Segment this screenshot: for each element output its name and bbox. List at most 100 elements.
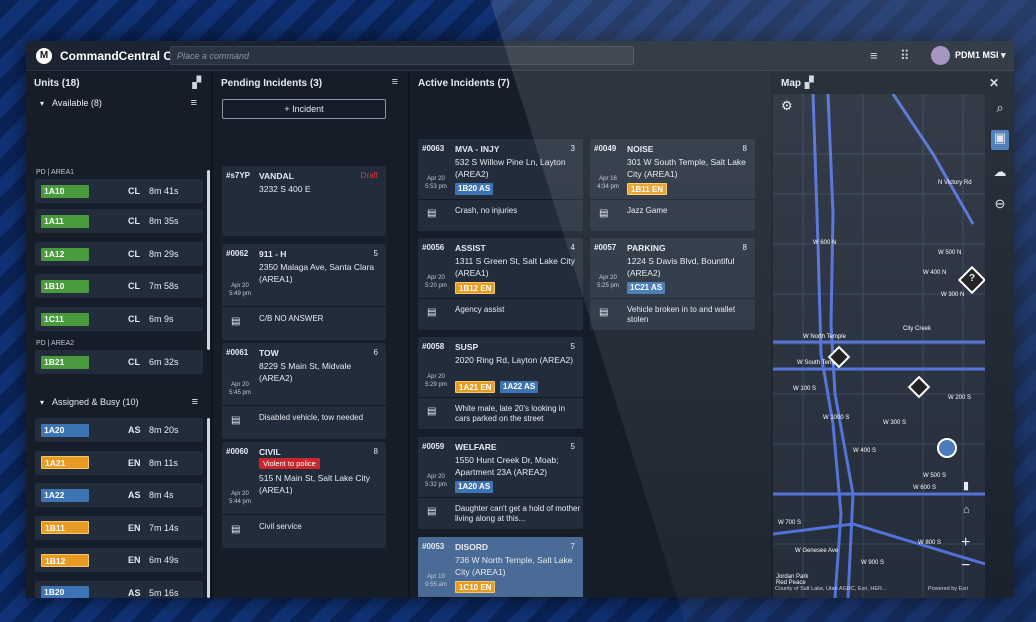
unit-badge: 1A20 xyxy=(41,423,89,437)
incident-note: White male, late 20's looking in cars pa… xyxy=(455,404,566,423)
active-incident-card[interactable]: #0059 WELFARE 5 1550 Hunt Creek Dr, Moab; A… xyxy=(418,437,583,529)
available-group-toggle[interactable]: ▾ Available (8) ≡ xyxy=(26,94,211,112)
unit-row[interactable]: 1A11 CL 8m 35s xyxy=(35,209,203,233)
incident-flag-badge: Violent to police xyxy=(259,458,320,469)
panel-popout-icon[interactable]: ▞ xyxy=(193,76,201,89)
unit-row[interactable]: 1B12 EN 6m 49s xyxy=(35,548,203,572)
map-street-label: W 700 S xyxy=(778,520,801,526)
incident-priority: 5 xyxy=(373,249,378,258)
user-menu[interactable]: PDM1 MSI ▾ xyxy=(955,50,1006,61)
map-street-label: W 100 S xyxy=(793,386,816,392)
comment-icon: ▤ xyxy=(231,524,241,535)
pending-header: Pending Incidents (3) ≡ xyxy=(213,72,408,94)
pending-title: Pending Incidents (3) xyxy=(221,77,323,89)
basemap-icon[interactable]: ⌂ xyxy=(963,504,970,516)
unit-row[interactable]: 1B20 AS 5m 16s xyxy=(35,580,203,598)
incident-date: Apr 20 5:45 pm xyxy=(229,382,251,396)
incident-number: #0059 xyxy=(422,442,445,451)
pending-incident-card[interactable]: #s7YP VANDAL Draft 3232 S 400 E xyxy=(222,166,386,236)
active-incident-card[interactable]: #0058 SUSP 5 2020 Ring Rd, Layton (AREA2) Ap… xyxy=(418,337,583,429)
incident-note: C/B NO ANSWER xyxy=(259,314,324,323)
map-street-label: W 900 S xyxy=(861,560,884,566)
assigned-unit-chip[interactable]: 1A20 AS xyxy=(455,481,494,493)
assigned-unit-chip[interactable]: 1A22 AS xyxy=(500,381,539,393)
card-divider xyxy=(418,298,583,299)
incident-date: Apr 20 5:32 pm xyxy=(425,474,447,488)
card-divider xyxy=(222,405,386,406)
search-icon[interactable]: ⌕ xyxy=(991,100,1009,116)
incident-address: 1550 Hunt Creek Dr, Moab; Apartment 23A … xyxy=(455,455,559,477)
pending-incident-card[interactable]: #0060 CIVIL 8 Violent to police 515 N Main S… xyxy=(222,442,386,548)
app-grid-icon[interactable]: ⠿ xyxy=(900,48,910,64)
incident-priority: 8 xyxy=(742,243,747,252)
filter-icon[interactable]: ≡ xyxy=(870,48,878,63)
close-icon[interactable]: ✕ xyxy=(989,76,999,90)
map-street-label: W 600 S xyxy=(913,485,936,491)
incident-address: 1311 S Green St, Salt Lake City (AREA1) xyxy=(455,256,575,278)
unit-row[interactable]: 1A12 CL 8m 29s xyxy=(35,242,203,266)
zoom-in-icon[interactable]: + xyxy=(961,534,970,552)
assigned-unit-chip[interactable]: 1B12 EN xyxy=(455,282,496,294)
active-incident-card[interactable]: #0053 DISORD 7 736 W North Temple, Salt Lak… xyxy=(418,537,583,598)
active-incident-card[interactable]: #0049 NOISE 8 301 W South Temple, Salt Lake… xyxy=(590,139,755,231)
pending-incident-card[interactable]: #0061 TOW 6 8229 S Main St, Midvale (AREA2)… xyxy=(222,343,386,439)
active-panel: Active Incidents (7) #0063 MVA - INJY 3 532… xyxy=(410,72,772,598)
assigned-group-toggle[interactable]: ▾ Assigned & Busy (10) ≡ xyxy=(26,392,212,412)
assigned-unit-chip[interactable]: 1B11 EN xyxy=(627,183,668,195)
unit-status: EN xyxy=(128,555,141,565)
top-bar: M CommandCentral CAD Place a command ≡ ⠿… xyxy=(26,41,1014,71)
assigned-unit-chip[interactable]: 1C21 AS xyxy=(627,282,666,294)
zoom-out-icon[interactable]: − xyxy=(961,557,970,575)
add-incident-button[interactable]: + Incident xyxy=(222,99,386,119)
incident-number: #0063 xyxy=(422,144,445,153)
unit-row[interactable]: 1A22 AS 8m 4s xyxy=(35,483,203,507)
available-scrollbar[interactable] xyxy=(207,170,210,350)
sort-filter-icon[interactable]: ≡ xyxy=(392,76,398,88)
layers-icon[interactable]: ▣ xyxy=(991,130,1009,150)
area1-label: PD | AREA1 xyxy=(36,169,75,176)
avatar[interactable] xyxy=(931,46,950,65)
map-street-label: W 200 S xyxy=(948,395,971,401)
incident-address: 301 W South Temple, Salt Lake City (AREA… xyxy=(627,157,746,179)
incident-number: #0057 xyxy=(594,243,617,252)
unit-row[interactable]: 1A20 AS 8m 20s xyxy=(35,418,203,442)
comment-icon: ▤ xyxy=(427,406,437,417)
incident-number: #0060 xyxy=(226,447,249,456)
unit-row[interactable]: 1A21 EN 8m 11s xyxy=(35,450,203,475)
active-incident-card[interactable]: #0057 PARKING 8 1224 S Davis Blvd, Bountifu… xyxy=(590,238,755,330)
assigned-unit-chip[interactable]: 1A21 EN xyxy=(455,381,496,393)
unit-row[interactable]: 1C11 CL 6m 9s xyxy=(35,307,203,331)
vehicle-icon[interactable]: ⊖ xyxy=(991,196,1009,212)
map-canvas[interactable]: W North Temple W South Temple W 400 S W … xyxy=(773,94,985,598)
area2-label: PD | AREA2 xyxy=(36,340,75,347)
busy-scrollbar[interactable] xyxy=(207,418,210,598)
incident-number: #s7YP xyxy=(226,171,251,180)
pending-incident-card[interactable]: #0062 911 - H 5 2350 Malaga Ave, Santa Clar… xyxy=(222,244,386,340)
unit-row[interactable]: 1B21 CL 6m 32s xyxy=(35,350,203,374)
police-car-marker-icon[interactable] xyxy=(937,438,957,458)
assigned-unit-chip[interactable]: 1B20 AS xyxy=(455,183,494,195)
incident-type: 911 - H xyxy=(259,249,287,259)
incident-number: #0049 xyxy=(594,144,617,153)
unit-row[interactable]: 1B10 CL 7m 58s xyxy=(35,274,203,298)
command-input[interactable]: Place a command xyxy=(170,46,634,65)
unit-status: AS xyxy=(128,587,141,598)
map-street-label: W 1000 S xyxy=(823,415,849,421)
unit-row[interactable]: 1B11 EN 7m 14s xyxy=(35,515,203,540)
unit-status: EN xyxy=(128,522,141,533)
active-incident-card[interactable]: #0063 MVA - INJY 3 532 S Willow Pine Ln, La… xyxy=(418,139,583,231)
assigned-unit-chip[interactable]: 1C10 EN xyxy=(455,581,496,593)
bookmark-icon[interactable]: ▮ xyxy=(963,479,969,492)
incident-type: MVA - INJY xyxy=(455,144,500,154)
panel-popout-icon[interactable]: ▞ xyxy=(805,76,813,89)
unit-row[interactable]: 1A10 CL 8m 41s xyxy=(35,179,203,203)
active-incident-card[interactable]: #0056 ASSIST 4 1311 S Green St, Salt Lake C… xyxy=(418,238,583,330)
sort-filter-icon[interactable]: ≡ xyxy=(192,396,198,408)
map-tools-sidebar: ⌕ ▣ ☁ ⊖ xyxy=(985,94,1014,598)
unit-status: AS xyxy=(128,490,141,500)
sort-filter-icon[interactable]: ≡ xyxy=(191,97,197,109)
active-header: Active Incidents (7) xyxy=(410,72,771,94)
settings-gear-icon[interactable]: ⚙ xyxy=(781,98,793,114)
incident-priority: 4 xyxy=(570,243,575,252)
cloud-icon[interactable]: ☁ xyxy=(991,164,1009,180)
